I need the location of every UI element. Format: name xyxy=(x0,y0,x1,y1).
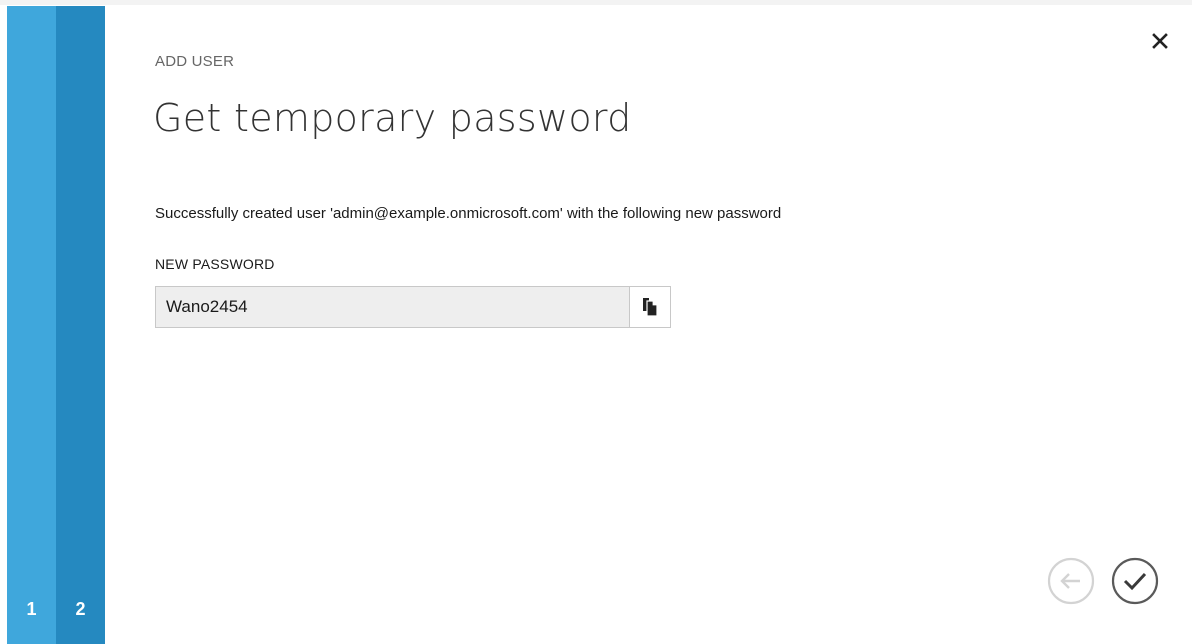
success-message: Successfully created user 'admin@example… xyxy=(155,205,782,222)
close-button[interactable] xyxy=(1149,30,1171,52)
add-user-wizard: 1 2 ADD USER Get temporary password Succ… xyxy=(0,0,1192,644)
page-title: Get temporary password xyxy=(153,96,632,140)
top-border xyxy=(0,0,1192,5)
step-1[interactable]: 1 xyxy=(7,6,56,644)
finish-button[interactable] xyxy=(1110,556,1160,606)
back-button[interactable] xyxy=(1046,556,1096,606)
step-1-number: 1 xyxy=(26,599,37,619)
new-password-input[interactable] xyxy=(156,287,630,327)
new-password-field xyxy=(155,286,671,328)
step-2-number: 2 xyxy=(75,599,86,619)
close-icon xyxy=(1152,33,1168,49)
copy-icon xyxy=(643,298,658,317)
step-2[interactable]: 2 xyxy=(56,6,105,644)
checkmark-icon xyxy=(1111,557,1159,605)
copy-password-button[interactable] xyxy=(630,287,670,327)
wizard-section-label: ADD USER xyxy=(155,53,235,70)
back-arrow-icon xyxy=(1047,557,1095,605)
step-rail: 1 2 xyxy=(7,6,105,644)
new-password-label: NEW PASSWORD xyxy=(155,256,275,272)
